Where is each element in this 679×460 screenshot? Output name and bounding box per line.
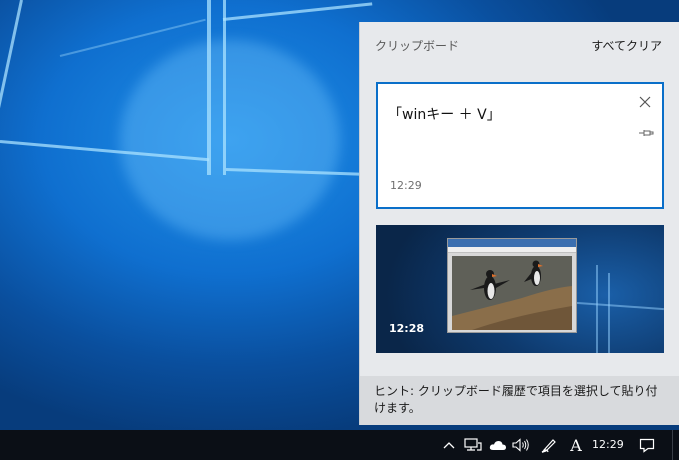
- pen-icon[interactable]: [538, 430, 560, 460]
- clipboard-item-image[interactable]: 12:28: [376, 225, 664, 353]
- clipboard-panel: クリップボード すべてクリア 「winキー ＋ V」 12:29 12:28 ヒ…: [359, 22, 679, 425]
- notification-icon[interactable]: [634, 430, 660, 460]
- hint-text: ヒント: クリップボード履歴で項目を選択して貼り付けます。: [360, 376, 679, 425]
- clear-all-button[interactable]: すべてクリア: [591, 37, 662, 54]
- close-icon[interactable]: [638, 94, 652, 108]
- wallpaper-beam: [222, 2, 373, 21]
- pin-icon[interactable]: [638, 124, 654, 136]
- onedrive-icon[interactable]: [486, 430, 510, 460]
- show-desktop-button[interactable]: [672, 430, 679, 460]
- wallpaper-beam: [207, 0, 211, 175]
- chevron-up-icon[interactable]: [440, 430, 458, 460]
- clipboard-item-time: 12:29: [390, 179, 422, 192]
- ime-icon[interactable]: A: [566, 430, 586, 460]
- taskbar-clock[interactable]: 12:29: [592, 430, 624, 460]
- thumbnail-beam: [608, 273, 610, 353]
- thumbnail-beam: [576, 301, 664, 311]
- puffin-photo: [452, 256, 572, 330]
- wallpaper-beam: [223, 0, 226, 175]
- taskbar: A 12:29: [0, 430, 679, 460]
- thumbnail-toolbar: [448, 247, 576, 253]
- thumbnail-beam: [596, 265, 598, 353]
- thumbnail-titlebar: [448, 239, 576, 247]
- clipboard-item-content: 「winキー ＋ V」: [388, 107, 501, 123]
- clipboard-item-time: 12:28: [389, 322, 425, 335]
- panel-title: クリップボード: [375, 39, 460, 53]
- network-icon[interactable]: [462, 430, 484, 460]
- volume-icon[interactable]: [510, 430, 532, 460]
- wallpaper-glow: [120, 40, 340, 240]
- clipboard-item-text[interactable]: 「winキー ＋ V」 12:29: [376, 82, 664, 209]
- screenshot-thumbnail: [447, 238, 577, 333]
- wallpaper-beam: [0, 0, 23, 138]
